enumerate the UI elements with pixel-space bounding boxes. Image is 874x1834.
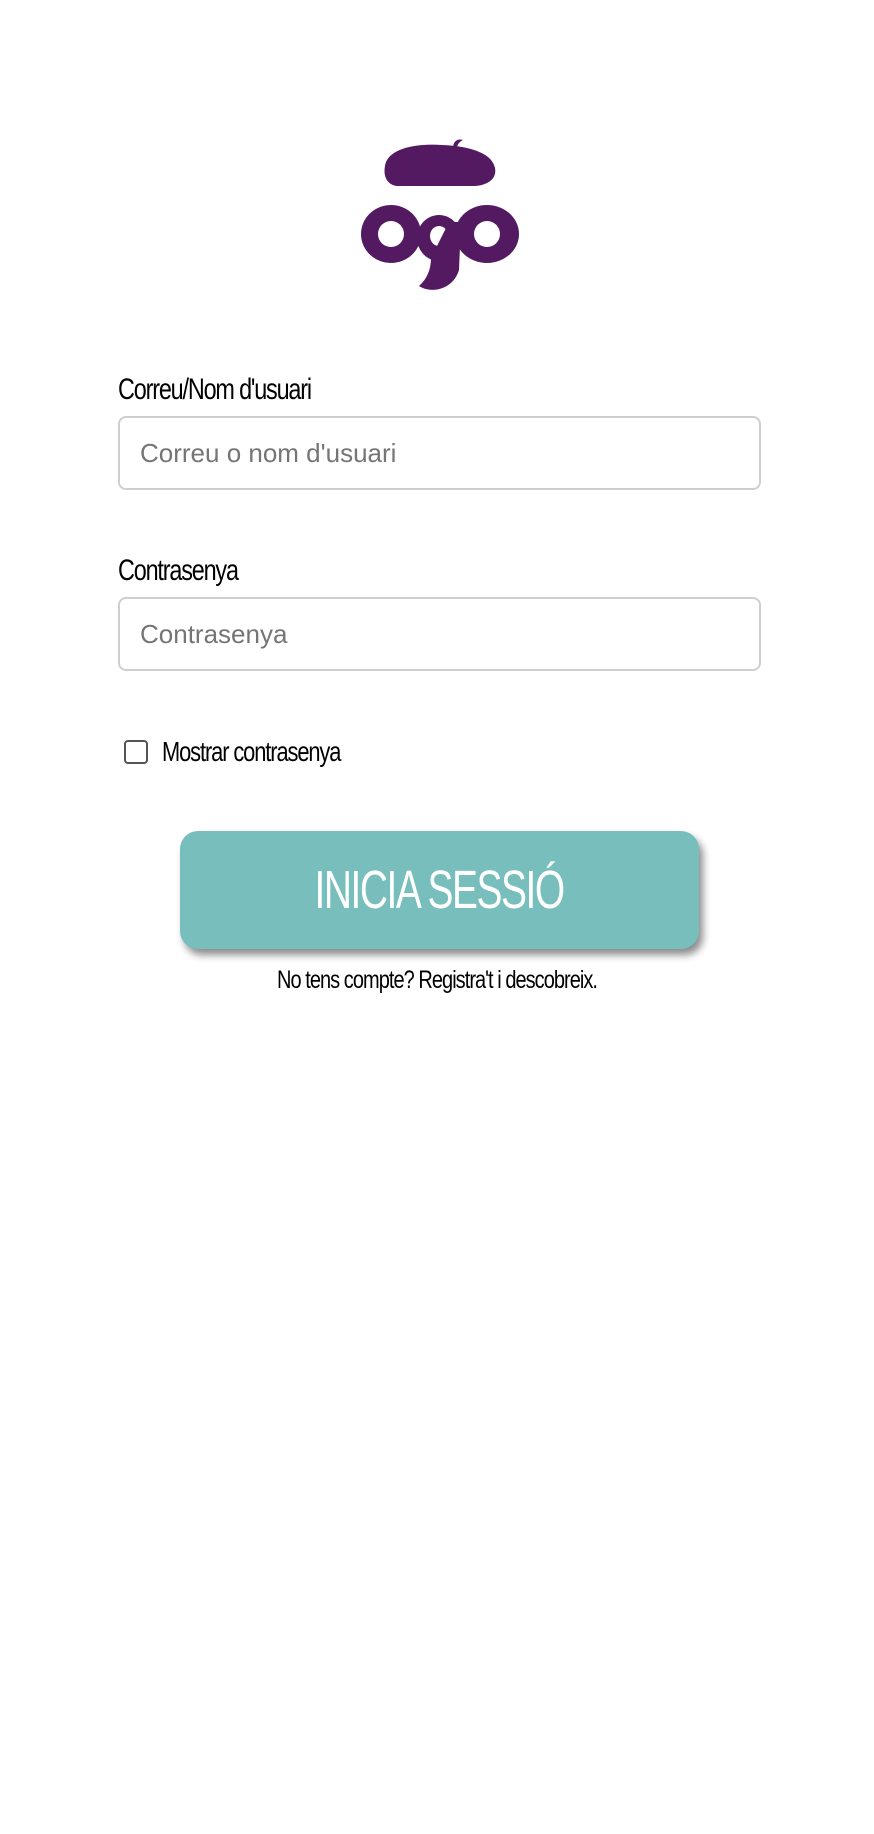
show-password-toggle[interactable]: Mostrar contrasenya (124, 734, 391, 770)
app-logo (357, 138, 521, 294)
show-password-label: Mostrar contrasenya (162, 736, 341, 767)
beret-logo-icon (361, 139, 519, 290)
username-label: Correu/Nom d'usuari (118, 373, 312, 406)
register-link[interactable]: No tens compte? Registra't i descobreix. (0, 966, 874, 995)
login-button-label: INICIA SESSIÓ (314, 860, 566, 920)
username-input[interactable] (118, 416, 761, 490)
register-link-text: No tens compte? Registra't i descobreix. (276, 966, 598, 994)
login-button[interactable]: INICIA SESSIÓ (180, 831, 699, 949)
password-label: Contrasenya (118, 554, 239, 587)
show-password-checkbox[interactable] (124, 740, 148, 764)
password-input[interactable] (118, 597, 761, 671)
